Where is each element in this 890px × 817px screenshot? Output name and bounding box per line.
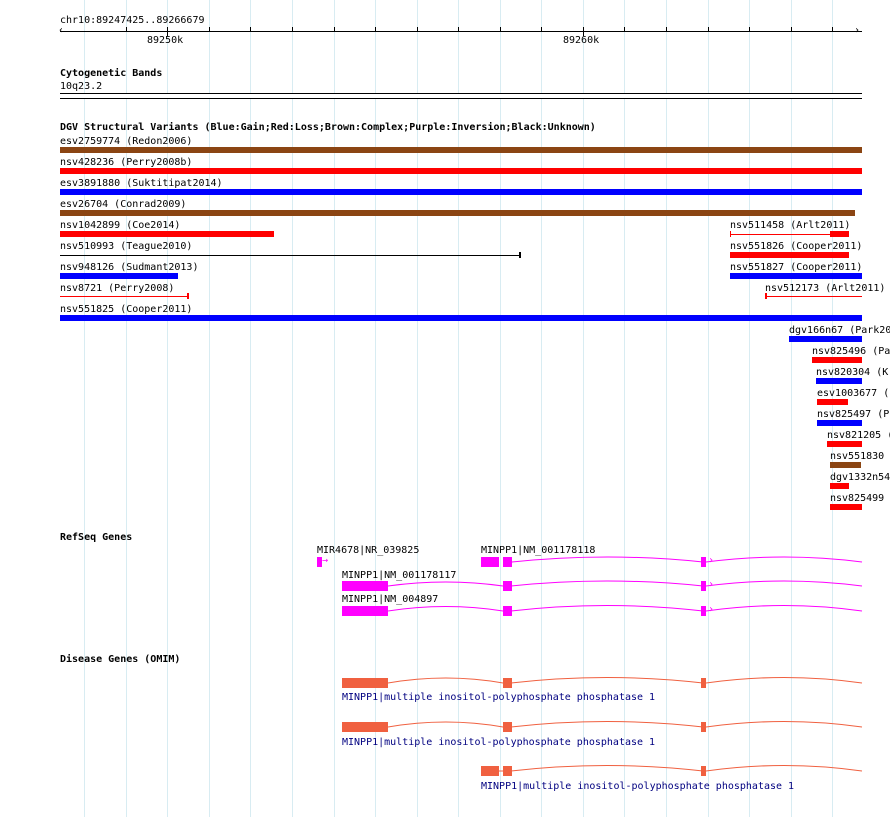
exon[interactable]: [481, 557, 499, 567]
exon[interactable]: [503, 557, 512, 567]
transcript-label: MINPP1|NM_001178117: [342, 570, 457, 581]
exon[interactable]: [701, 606, 706, 616]
strand-arrow-icon: ›: [708, 579, 715, 590]
intron-line: [499, 765, 863, 772]
intron-line: [387, 677, 863, 684]
strand-arrow-icon: ›: [708, 555, 715, 566]
track-title-omim: Disease Genes (OMIM): [60, 654, 181, 665]
exon[interactable]: [503, 678, 512, 688]
strand-arrow-icon: ›: [708, 604, 715, 615]
exon[interactable]: [701, 766, 706, 776]
exon[interactable]: [701, 722, 706, 732]
intron-line: [387, 605, 863, 612]
exon[interactable]: [701, 581, 706, 591]
exon[interactable]: [701, 557, 706, 567]
exon[interactable]: [503, 766, 512, 776]
exon[interactable]: [481, 766, 499, 776]
exon[interactable]: [503, 606, 512, 616]
exon[interactable]: [503, 722, 512, 732]
exon[interactable]: [342, 581, 388, 591]
transcript-label: MINPP1|NM_004897: [342, 594, 439, 605]
transcript-label: MINPP1|multiple inositol-polyphosphate p…: [481, 781, 795, 792]
intron-line: [387, 721, 863, 728]
exon[interactable]: [701, 678, 706, 688]
intron-line: [387, 580, 863, 587]
exon[interactable]: [503, 581, 512, 591]
intron-line: [511, 556, 863, 563]
transcript-label: MINPP1|multiple inositol-polyphosphate p…: [342, 692, 656, 703]
transcript-label: MINPP1|multiple inositol-polyphosphate p…: [342, 737, 656, 748]
exon[interactable]: [342, 722, 388, 732]
exon[interactable]: [342, 678, 388, 688]
exon[interactable]: [342, 606, 388, 616]
